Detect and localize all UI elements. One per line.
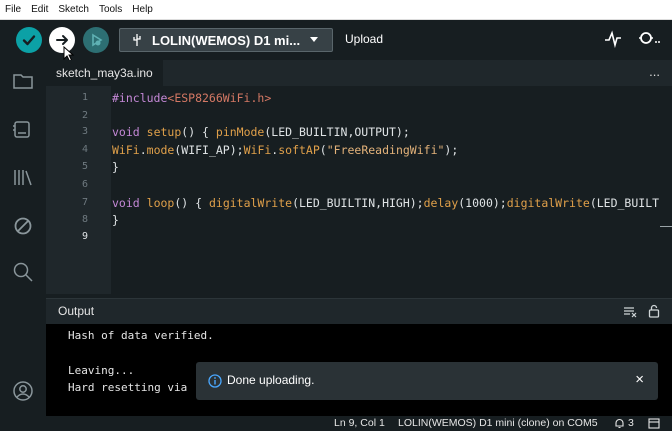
toolbar: LOLIN(WEMOS) D1 mi... Upload: [0, 20, 672, 62]
code-token: (LED_BUILTIN,OUTPUT);: [264, 125, 410, 139]
line-number: 8: [81, 214, 88, 225]
output-header: Output: [46, 298, 672, 324]
library-icon[interactable]: [12, 166, 34, 188]
close-icon[interactable]: ×: [635, 371, 644, 388]
code-token: .: [139, 143, 147, 157]
code-token: WiFi: [112, 143, 140, 157]
code-token: void: [112, 196, 140, 210]
code-token: () {: [181, 125, 216, 139]
menu-edit[interactable]: Edit: [26, 4, 53, 15]
code-line-3: void setup() { pinMode(LED_BUILTIN,OUTPU…: [112, 125, 410, 139]
console-line: Leaving...: [68, 364, 135, 377]
lock-icon[interactable]: [648, 304, 660, 318]
notification-toast: Done uploading. ×: [196, 362, 658, 400]
menu-help[interactable]: Help: [127, 4, 158, 15]
code-line-8: }: [112, 213, 119, 227]
debug-disabled-icon[interactable]: [12, 215, 34, 237]
line-number: 2: [81, 110, 88, 121]
code-token: <ESP8266WiFi.h>: [167, 91, 272, 105]
board-name: LOLIN(WEMOS) D1 mi...: [152, 32, 301, 48]
line-number: 1: [81, 92, 88, 103]
code-token: setup: [146, 125, 182, 139]
line-number: 7: [81, 197, 88, 208]
code-token: delay: [423, 196, 459, 210]
status-bar: Ln 9, Col 1 LOLIN(WEMOS) D1 mini (clone)…: [0, 416, 672, 431]
code-token: (LED_BUILTIN,HIGH);: [292, 196, 424, 210]
debug-button[interactable]: [83, 27, 109, 53]
code-token: (LED_BUILT: [589, 196, 660, 210]
code-token: mode: [146, 143, 175, 157]
line-number: 5: [81, 161, 88, 172]
caret-down-icon: [310, 37, 319, 42]
code-editor[interactable]: 1 2 3 4 5 6 7 8 9 #include<ESP8266WiFi.h…: [46, 86, 672, 294]
menu-bar: File Edit Sketch Tools Help: [0, 0, 672, 20]
code-token: (WIFI_AP);: [174, 143, 244, 157]
tab-sketch[interactable]: sketch_may3a.ino: [46, 60, 163, 88]
code-line-5: }: [112, 160, 119, 174]
check-icon: [22, 35, 36, 46]
notification-count: 3: [628, 417, 634, 429]
menu-file[interactable]: File: [0, 4, 26, 15]
clear-output-icon[interactable]: [623, 306, 637, 318]
notification-bell-icon[interactable]: [614, 418, 625, 429]
upload-label: Upload: [345, 32, 384, 46]
code-token: "FreeReadingWifi": [326, 143, 445, 157]
board-selector[interactable]: LOLIN(WEMOS) D1 mi...: [119, 28, 333, 52]
scrollbar-marker[interactable]: [660, 226, 672, 227]
left-sidebar: [0, 60, 46, 416]
code-token: );: [444, 143, 459, 157]
code-token: loop: [146, 196, 175, 210]
folder-icon[interactable]: [12, 70, 34, 92]
debug-icon: [92, 33, 103, 47]
code-token: #include: [112, 91, 168, 105]
code-token: softAP: [278, 143, 320, 157]
line-gutter: 1 2 3 4 5 6 7 8 9: [46, 86, 111, 294]
line-number: 6: [81, 179, 88, 190]
board-port-status: LOLIN(WEMOS) D1 mini (clone) on COM5: [398, 417, 598, 429]
console-line: Hash of data verified.: [68, 329, 214, 342]
account-icon[interactable]: [12, 380, 34, 402]
code-line-1: #include<ESP8266WiFi.h>: [112, 91, 271, 105]
cursor-position: Ln 9, Col 1: [334, 417, 385, 429]
code-token: digitalWrite: [208, 196, 293, 210]
code-line-4: WiFi.mode(WIFI_AP);WiFi.softAP("FreeRead…: [112, 143, 458, 157]
toast-message: Done uploading.: [227, 373, 315, 387]
pulse-icon[interactable]: [604, 30, 622, 48]
tab-bar: sketch_may3a.ino ...: [46, 60, 672, 88]
line-number: 4: [81, 144, 88, 155]
code-token: () {: [174, 196, 209, 210]
code-token: void: [112, 125, 140, 139]
magnifier-icon[interactable]: [638, 30, 660, 48]
board-manager-icon[interactable]: [12, 118, 34, 140]
line-number: 3: [81, 126, 88, 137]
code-token: (1000);: [458, 196, 507, 210]
code-token: digitalWrite: [506, 196, 590, 210]
verify-button[interactable]: [16, 27, 42, 53]
info-icon: [208, 374, 222, 388]
line-number-active: 9: [81, 231, 88, 242]
toggle-panel-icon[interactable]: [648, 418, 660, 429]
menu-tools[interactable]: Tools: [94, 4, 127, 15]
menu-sketch[interactable]: Sketch: [53, 4, 94, 15]
code-token: WiFi: [243, 143, 272, 157]
code-line-7: void loop() { digitalWrite(LED_BUILTIN,H…: [112, 196, 659, 210]
more-options-icon[interactable]: ...: [649, 64, 660, 79]
output-title: Output: [58, 304, 95, 318]
code-token: (: [319, 143, 327, 157]
console-line: Hard resetting via: [68, 381, 188, 394]
code-token: pinMode: [215, 125, 265, 139]
usb-icon: [133, 34, 141, 46]
search-icon[interactable]: [12, 261, 34, 283]
